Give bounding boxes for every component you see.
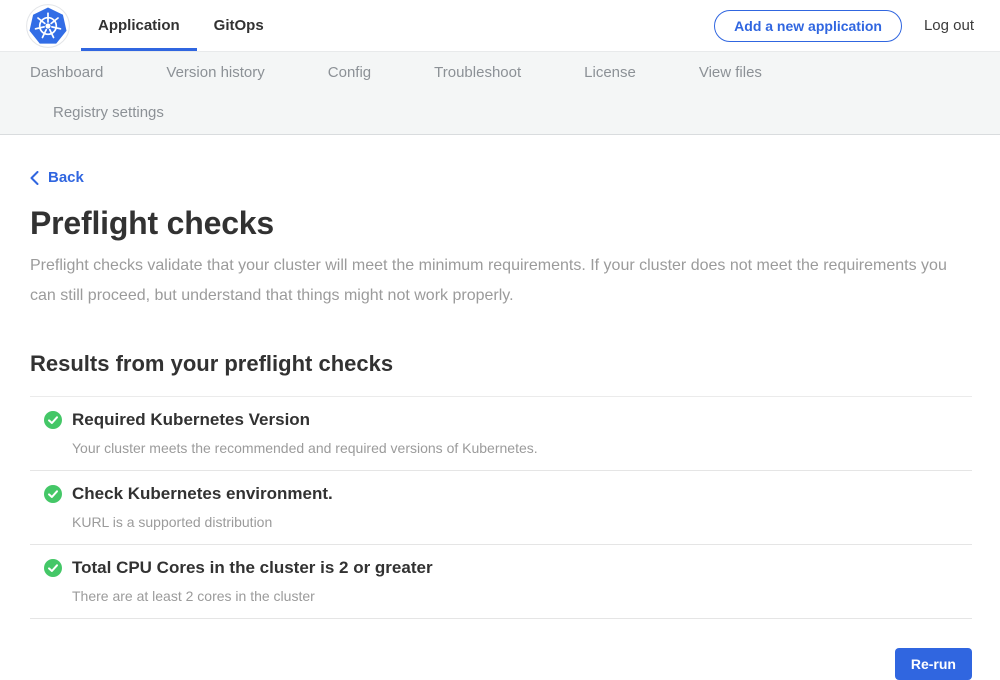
- page-title: Preflight checks: [30, 205, 972, 242]
- back-link[interactable]: Back: [30, 169, 84, 186]
- preflight-results-list: Required Kubernetes Version Your cluster…: [30, 397, 972, 619]
- actions-bar: Re-run: [30, 648, 972, 680]
- preflight-check-row: Total CPU Cores in the cluster is 2 or g…: [30, 545, 972, 619]
- kubernetes-logo: [26, 4, 70, 48]
- chevron-left-icon: [30, 171, 39, 185]
- check-circle-icon: [44, 485, 62, 503]
- subnav-item-dashboard[interactable]: Dashboard: [30, 64, 103, 81]
- preflight-page: Back Preflight checks Preflight checks v…: [0, 135, 1000, 680]
- back-label: Back: [48, 169, 84, 186]
- check-title: Check Kubernetes environment.: [72, 484, 333, 504]
- subnav-item-troubleshoot[interactable]: Troubleshoot: [434, 64, 521, 81]
- subnav-item-license[interactable]: License: [584, 64, 636, 81]
- subnav-item-version-history[interactable]: Version history: [166, 64, 264, 81]
- check-detail: KURL is a supported distribution: [72, 514, 972, 530]
- rerun-button[interactable]: Re-run: [895, 648, 972, 680]
- top-navbar: Application GitOps Add a new application…: [0, 0, 1000, 52]
- results-heading: Results from your preflight checks: [30, 351, 972, 377]
- subnav-item-config[interactable]: Config: [328, 64, 371, 81]
- logout-link[interactable]: Log out: [924, 17, 974, 34]
- preflight-check-row: Required Kubernetes Version Your cluster…: [30, 397, 972, 471]
- check-detail: There are at least 2 cores in the cluste…: [72, 588, 972, 604]
- add-application-button[interactable]: Add a new application: [714, 10, 902, 42]
- tab-application[interactable]: Application: [81, 0, 197, 51]
- primary-tabs: Application GitOps: [81, 0, 281, 51]
- preflight-check-row: Check Kubernetes environment. KURL is a …: [30, 471, 972, 545]
- subnav-item-view-files[interactable]: View files: [699, 64, 762, 81]
- check-title: Total CPU Cores in the cluster is 2 or g…: [72, 558, 433, 578]
- subnav-list: Dashboard Version history Config Trouble…: [30, 53, 970, 133]
- check-circle-icon: [44, 559, 62, 577]
- check-title: Required Kubernetes Version: [72, 410, 310, 430]
- subnav-item-registry-settings[interactable]: Registry settings: [53, 104, 164, 121]
- tab-gitops[interactable]: GitOps: [197, 0, 281, 51]
- app-subnav: Dashboard Version history Config Trouble…: [0, 52, 1000, 135]
- page-description: Preflight checks validate that your clus…: [30, 251, 950, 311]
- check-circle-icon: [44, 411, 62, 429]
- check-detail: Your cluster meets the recommended and r…: [72, 440, 972, 456]
